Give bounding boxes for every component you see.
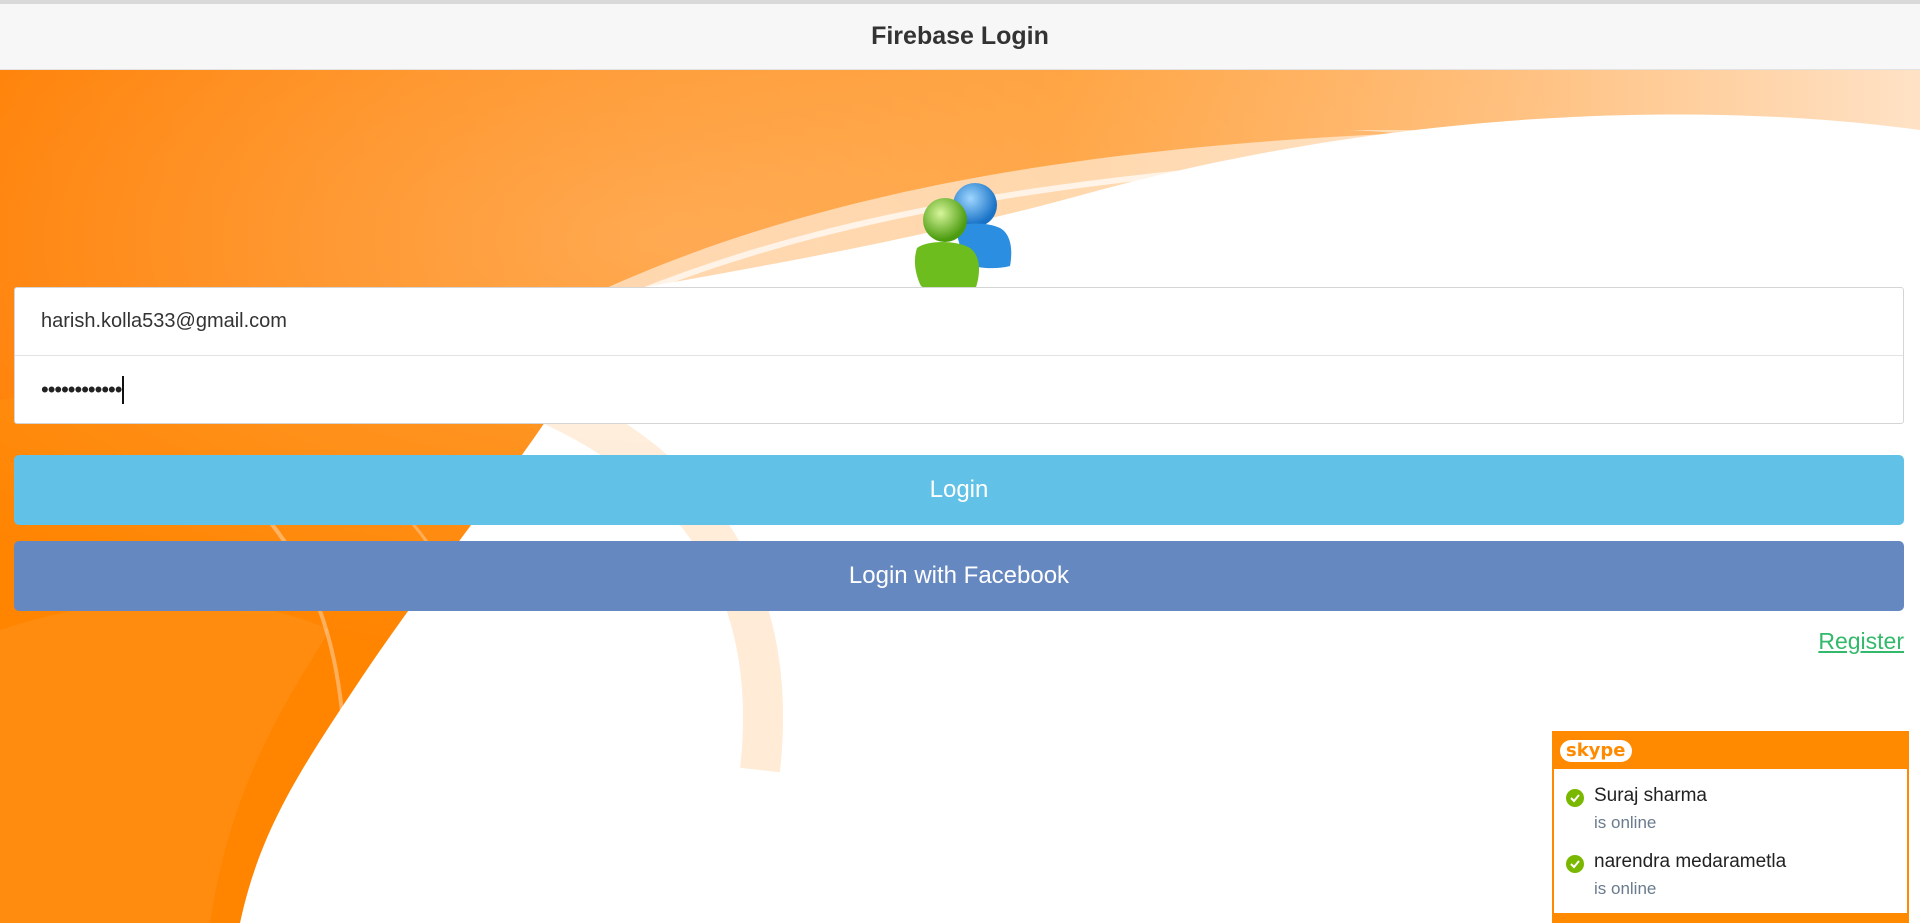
contact-status: is online	[1594, 813, 1657, 832]
skype-header: skype	[1554, 733, 1907, 769]
check-circle-icon	[1566, 789, 1584, 807]
login-page: Firebase Login harish.kolla533@gmail.com…	[0, 0, 1920, 923]
contact-name: Suraj sharma	[1594, 785, 1707, 806]
header-bar: Firebase Login	[0, 4, 1920, 70]
skype-widget: skype Suraj sharma is online narendra me…	[1552, 731, 1909, 923]
skype-logo: skype	[1560, 740, 1632, 762]
users-icon	[914, 183, 1012, 293]
contact-name: narendra medarametla	[1594, 851, 1787, 872]
check-circle-icon	[1566, 855, 1584, 873]
login-form: harish.kolla533@gmail.com ••••••••••••	[14, 287, 1904, 424]
contact-item[interactable]: narendra medarametla is online	[1554, 835, 1907, 901]
contact-status: is online	[1594, 879, 1657, 898]
text-cursor	[122, 376, 125, 404]
password-field[interactable]: ••••••••••••	[15, 356, 1903, 424]
register-link[interactable]: Register	[1818, 628, 1904, 655]
skype-footer	[1554, 913, 1907, 921]
login-button[interactable]: Login	[14, 455, 1904, 525]
login-button-label: Login	[929, 476, 989, 503]
email-field[interactable]: harish.kolla533@gmail.com	[15, 288, 1903, 356]
password-value: ••••••••••••	[41, 377, 122, 402]
email-value: harish.kolla533@gmail.com	[41, 310, 287, 332]
contact-item[interactable]: Suraj sharma is online	[1554, 769, 1907, 835]
facebook-login-button-label: Login with Facebook	[848, 562, 1070, 589]
facebook-login-button[interactable]: Login with Facebook	[14, 541, 1904, 611]
page-title: Firebase Login	[871, 22, 1049, 50]
